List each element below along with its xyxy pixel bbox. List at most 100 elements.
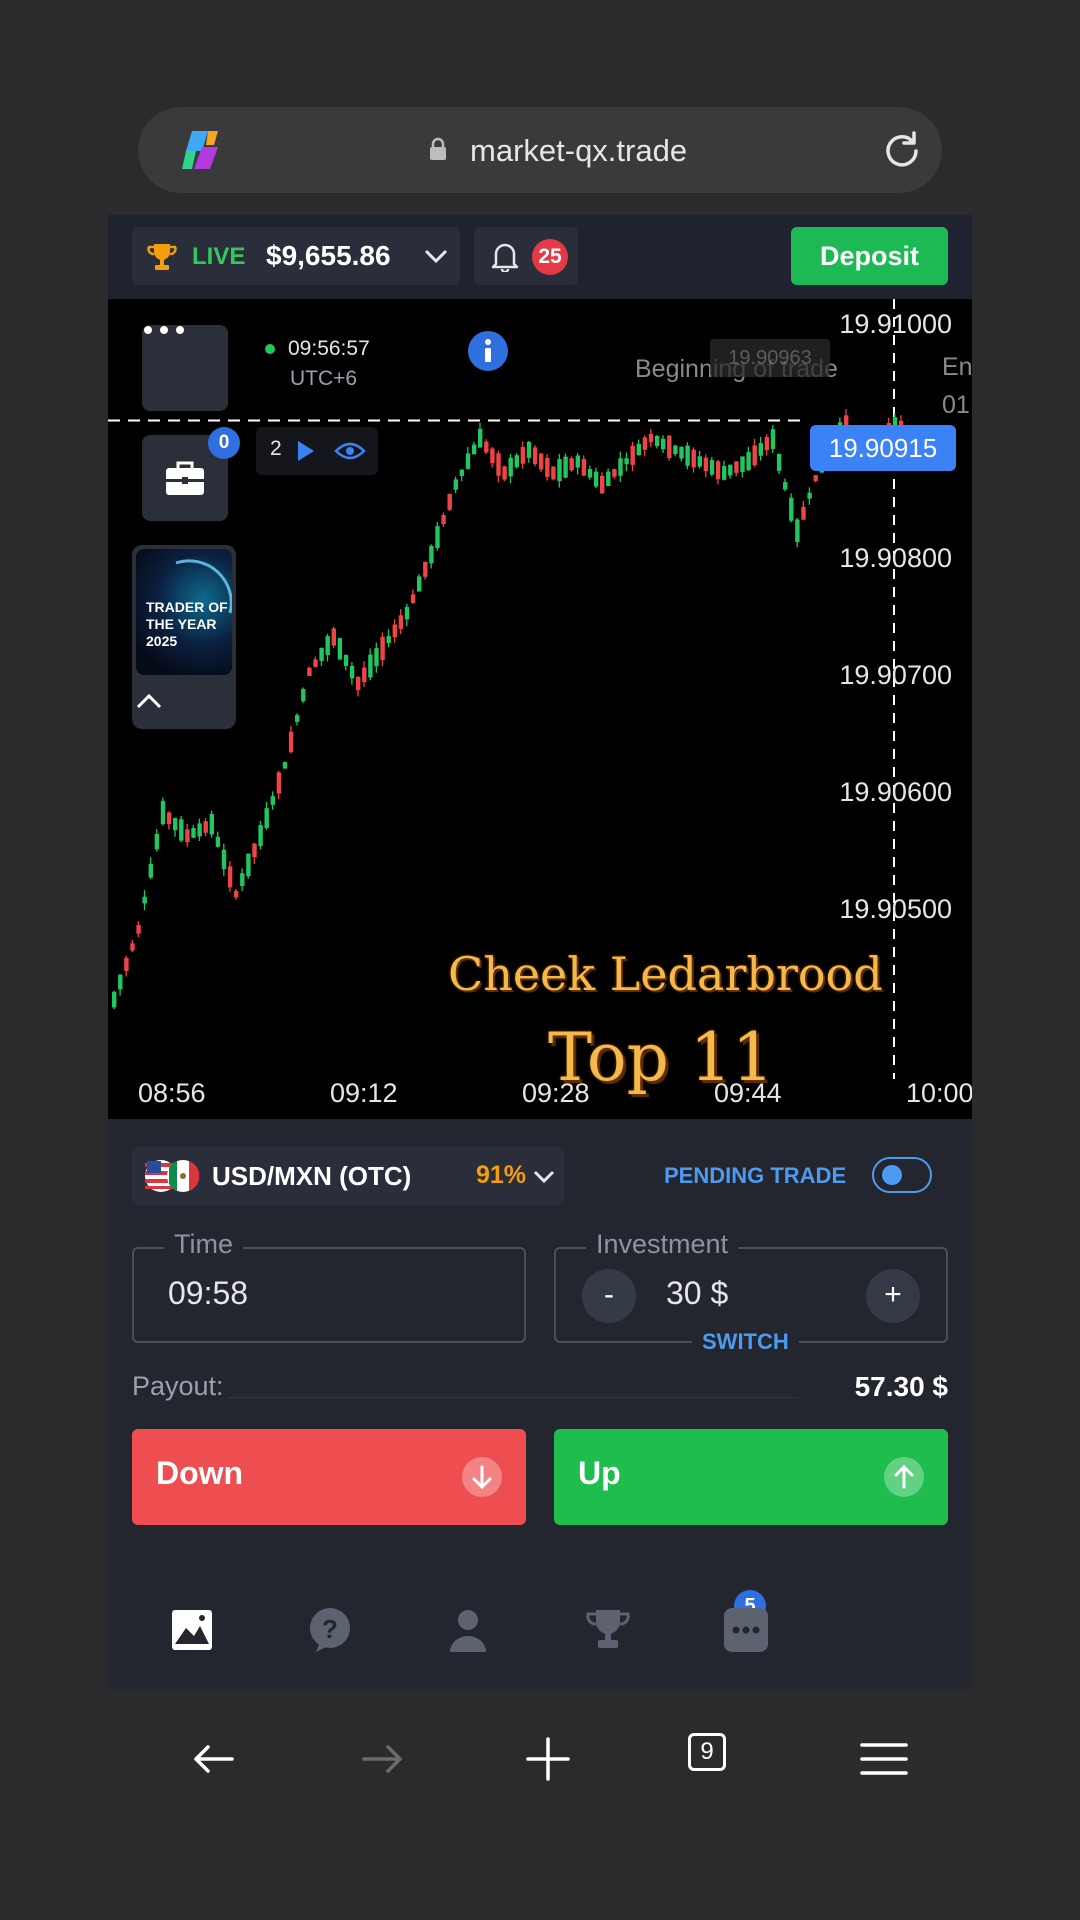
candle [465,447,471,470]
candle [258,820,263,850]
tabs-count-button[interactable]: 9 [688,1733,726,1771]
payout-label: Payout: [132,1371,224,1401]
candle [490,446,495,468]
candle [313,656,318,668]
price-level-label: 19.90700 [839,660,952,690]
watchers-indicator[interactable]: 2 [256,427,378,475]
candle [587,465,593,480]
asset-selector[interactable]: USD/MXN (OTC) 91% [132,1147,564,1205]
candle [709,457,715,477]
candle [154,829,160,852]
increase-investment-button[interactable]: + [866,1269,920,1323]
candle [160,797,166,826]
browser-nav-bar: 9 [108,1689,972,1920]
browser-url-bar[interactable]: market-qx.trade [138,107,942,193]
candle [758,436,763,461]
candle [532,445,538,467]
more-icon [144,326,184,334]
candle [484,439,489,454]
candle [453,476,458,494]
play-icon [298,441,314,461]
candle [679,446,684,462]
reload-icon[interactable] [880,129,924,173]
arrow-down-icon [462,1457,502,1497]
candle [557,453,562,488]
more-tab-icon[interactable] [716,1600,776,1660]
deposit-button[interactable]: Deposit [791,227,948,285]
candle [630,441,635,472]
candle [496,450,501,483]
candle [563,453,568,479]
chevron-down-icon[interactable] [532,1167,556,1187]
candle [282,761,288,769]
candle [325,633,330,662]
decrease-investment-button[interactable]: - [582,1269,636,1323]
down-button[interactable]: Down [132,1429,526,1525]
forward-arrow-icon[interactable] [352,1729,412,1789]
candle [374,642,379,673]
time-value[interactable]: 09:58 [168,1275,248,1312]
candle [728,464,733,479]
candle [813,475,818,483]
chevron-up-icon[interactable] [132,691,166,711]
chart-tab-icon[interactable] [162,1600,222,1660]
bell-icon [491,243,519,272]
url-text[interactable]: market-qx.trade [470,133,687,169]
candle [295,713,300,726]
end-label-time: 01 [942,391,970,419]
up-button[interactable]: Up [554,1429,948,1525]
candle [392,619,397,643]
pending-trade-toggle[interactable] [872,1157,932,1193]
trader-of-the-year-banner[interactable]: TRADER OF THE YEAR 2025 [132,545,236,729]
copilot-icon[interactable] [178,127,228,173]
price-level-label: 19.91000 [839,309,952,339]
notifications-button[interactable]: 25 [474,227,578,285]
switch-button[interactable]: SWITCH [692,1329,799,1355]
account-type: LIVE [192,243,246,270]
candle [215,831,221,848]
candle [246,853,251,879]
candle [703,454,709,478]
candle [130,939,135,953]
candle [404,603,410,627]
open-trades-button[interactable]: 0 [142,427,240,521]
candle [136,921,141,938]
candle [331,626,336,649]
investment-label: Investment [586,1229,739,1260]
candle [612,468,617,479]
candle [636,439,641,456]
investment-value[interactable]: 30 $ [666,1275,728,1312]
candle [179,815,184,843]
candle [618,451,623,483]
time-axis-label: 10:00 [906,1078,972,1108]
candle [508,453,513,484]
candle [301,687,306,704]
candle [264,801,269,830]
info-icon[interactable] [468,331,508,371]
account-selector[interactable]: LIVE $9,655.86 [132,227,460,285]
help-tab-icon[interactable]: ? [300,1600,360,1660]
menu-icon[interactable] [854,1729,914,1789]
candle [203,818,208,837]
back-arrow-icon[interactable] [184,1729,244,1789]
payout-divider [228,1397,798,1398]
payout-percent: 91% [476,1161,527,1189]
profile-tab-icon[interactable] [438,1600,498,1660]
watchers-count: 2 [270,437,282,460]
candle [770,425,776,454]
payout-value: 57.30 $ [854,1371,948,1402]
candle [539,452,544,473]
candle [764,434,770,456]
chevron-down-icon[interactable] [422,245,450,267]
candle [410,589,416,605]
candle [801,500,806,521]
price-chart[interactable]: 19.91000 19.90800 19.90700 19.90600 19.9… [108,299,972,1119]
new-tab-icon[interactable] [518,1729,578,1789]
candle [642,435,648,457]
candle [148,857,153,879]
trophy-tab-icon[interactable] [578,1600,638,1660]
chart-menu-button[interactable] [142,325,228,411]
time-field[interactable]: Time 09:58 [132,1229,526,1343]
candle [673,444,678,457]
open-trades-count-badge: 0 [208,427,240,459]
